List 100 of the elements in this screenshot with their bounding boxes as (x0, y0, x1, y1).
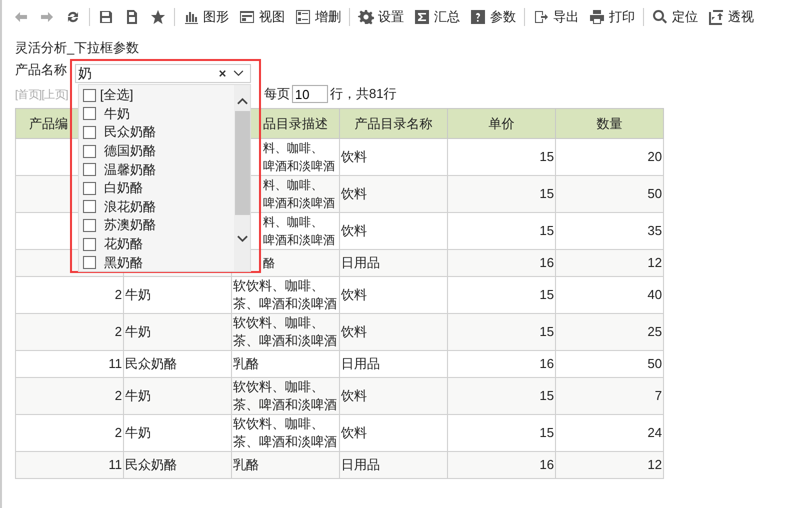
pivot-icon (708, 9, 724, 25)
table-cell-line: 啤酒和淡啤酒 (263, 195, 336, 212)
checkbox[interactable] (83, 218, 96, 232)
toolbar-button[interactable]: 导出 (528, 4, 584, 30)
chevron-down-icon[interactable] (236, 235, 248, 243)
table-cell-line: 啤酒和淡啤酒 (263, 232, 336, 249)
window-icon (239, 9, 255, 25)
table-cell-line: 啤酒和淡啤酒 (263, 158, 336, 175)
toolbar-button[interactable]: 打印 (584, 4, 640, 30)
table-cell: 饮料 (341, 186, 367, 201)
toolbar-button[interactable]: 定位 (647, 4, 703, 30)
scrollbar[interactable] (234, 85, 250, 271)
dropdown-option[interactable]: 浪花奶酪 (79, 198, 234, 216)
table-cell: 饮料 (341, 287, 367, 302)
dropdown-option[interactable]: 花奶酪 (79, 234, 234, 254)
column-header: 产品编 (29, 116, 68, 130)
checkbox[interactable] (83, 256, 96, 270)
column-header: 数量 (596, 116, 622, 130)
table-cell: 35 (648, 223, 662, 238)
dropdown-option[interactable]: 牛奶 (79, 104, 234, 124)
table-cell: 牛奶 (125, 324, 151, 339)
column-header: 品目录描述 (263, 116, 328, 130)
dropdown-option[interactable]: 黑奶酪 (79, 253, 234, 272)
table-cell: 2 (114, 287, 122, 302)
table-cell: 饮料 (341, 149, 367, 164)
right-arrow-icon (39, 9, 55, 25)
table-cell: 软饮料、咖啡、茶、啤酒和淡啤酒 (233, 416, 337, 449)
table-cell: 饮料 (341, 425, 367, 440)
toolbar-button[interactable]: 参数 (465, 4, 521, 30)
table-cell: 11 (108, 457, 122, 472)
table-cell: 15 (540, 186, 554, 201)
dropdown-option[interactable]: 德国奶酪 (79, 142, 234, 160)
table-cell: 乳酪 (233, 457, 259, 472)
table-cell: 7 (654, 388, 662, 403)
dropdown-option[interactable]: [全选] (79, 86, 234, 105)
report-title: 灵活分析_下拉框参数 (15, 39, 140, 57)
checkbox[interactable] (83, 238, 96, 251)
per-page-field[interactable]: 10 (292, 85, 328, 103)
per-page-label: 每页 (264, 85, 290, 103)
table-cell: 15 (540, 149, 554, 164)
toolbar-button[interactable]: 设置 (353, 4, 409, 30)
table-cell: 15 (540, 324, 554, 339)
table-cell: 2 (114, 425, 122, 440)
table-cell: 12 (648, 255, 662, 270)
table-cell: 50 (648, 186, 662, 201)
table-cell: 15 (540, 388, 554, 403)
table-cell: 软饮料、咖啡、茶、啤酒和淡啤酒 (233, 379, 337, 412)
clear-icon[interactable] (218, 69, 227, 78)
question-icon (470, 9, 486, 25)
table-cell: 饮料 (341, 223, 367, 238)
table-cell: 25 (648, 324, 662, 339)
table-cell: 15 (540, 425, 554, 440)
refresh-icon (65, 9, 81, 25)
chevron-down-icon[interactable] (233, 70, 244, 77)
table-cell: 20 (648, 149, 662, 164)
table-cell: 软饮料、咖啡、茶、啤酒和淡啤酒 (233, 278, 337, 311)
table-cell: 16 (540, 255, 554, 270)
column-header: 单价 (488, 116, 514, 130)
combo-field[interactable]: 奶 (75, 64, 251, 83)
toolbar-button[interactable]: 图形 (178, 4, 234, 30)
checkbox[interactable] (83, 200, 96, 214)
checkbox[interactable] (83, 126, 96, 139)
bar-chart-icon (183, 9, 199, 25)
checkbox[interactable] (83, 107, 96, 120)
dropdown-option[interactable]: 民众奶酪 (79, 123, 234, 142)
toolbar-button[interactable]: 视图 (234, 4, 290, 30)
scrollbar-thumb[interactable] (234, 111, 250, 215)
export-icon (533, 9, 549, 25)
checklist-icon (295, 9, 311, 25)
table-cell: 饮料 (341, 388, 367, 403)
toolbar-button[interactable]: 透视 (703, 4, 759, 30)
checkbox[interactable] (83, 144, 96, 158)
checkbox[interactable] (83, 182, 96, 195)
table-cell-line: 料、咖啡、 (263, 214, 324, 231)
chevron-up-icon[interactable] (236, 97, 248, 105)
toolbar-button[interactable]: 汇总 (409, 4, 465, 30)
table-cell: 牛奶 (125, 287, 151, 302)
checkbox[interactable] (83, 88, 96, 102)
settings-icon (358, 9, 374, 25)
table-cell: 酪 (263, 256, 275, 270)
toolbar-button[interactable]: 增删 (290, 4, 346, 30)
dropdown-option[interactable]: 白奶酪 (79, 178, 234, 198)
table-cell: 2 (114, 324, 122, 339)
dropdown-option[interactable]: 温馨奶酪 (79, 160, 234, 179)
table-cell: 饮料 (341, 324, 367, 339)
table-cell: 16 (540, 457, 554, 472)
table-cell: 15 (540, 287, 554, 302)
dropdown-option[interactable]: 苏澳奶酪 (79, 216, 234, 235)
table-cell: 12 (648, 457, 662, 472)
table-cell-line: 料、咖啡、 (263, 140, 324, 157)
save-icon (98, 9, 114, 25)
table-cell: 40 (648, 287, 662, 302)
star-icon (150, 9, 166, 25)
total-rows-label: 行，共81行 (330, 85, 396, 103)
table-cell: 牛奶 (125, 425, 151, 440)
checkbox[interactable] (83, 163, 96, 176)
table-cell: 日用品 (341, 255, 380, 270)
table-cell: 16 (540, 356, 554, 371)
column-header: 产品目录名称 (354, 116, 432, 130)
table-cell: 2 (114, 388, 122, 403)
